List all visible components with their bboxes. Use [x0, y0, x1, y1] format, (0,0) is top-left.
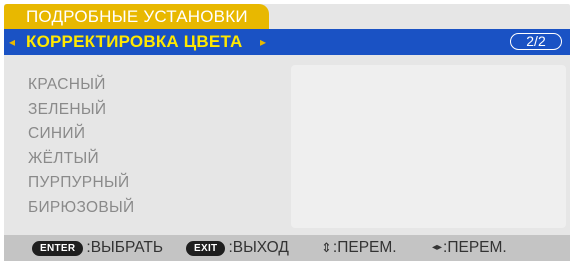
- updown-arrow-icon: ⇕: [321, 240, 332, 255]
- enter-action-label: :ВЫБРАТЬ: [86, 239, 164, 256]
- help-enter: ENTER :ВЫБРАТЬ: [32, 235, 163, 261]
- osd-menu: ПОДРОБНЫЕ УСТАНОВКИ ◂ КОРРЕКТИРОВКА ЦВЕТ…: [0, 0, 574, 265]
- color-items-list: КРАСНЫЙ ЗЕЛЕНЫЙ СИНИЙ ЖЁЛТЫЙ ПУРПУРНЫЙ Б…: [28, 73, 134, 220]
- submenu-bar: ◂ КОРРЕКТИРОВКА ЦВЕТА ▸ 2/2: [4, 29, 570, 55]
- help-updown: ⇕ :ПЕРЕМ.: [321, 235, 397, 261]
- leftright-arrow-icon: ◂▸: [432, 242, 443, 253]
- settings-panel: КРАСНЫЙ ЗЕЛЕНЫЙ СИНИЙ ЖЁЛТЫЙ ПУРПУРНЫЙ Б…: [4, 55, 570, 235]
- tab-detailed-settings[interactable]: ПОДРОБНЫЕ УСТАНОВКИ: [4, 4, 269, 29]
- enter-key-badge: ENTER: [32, 240, 84, 256]
- submenu-title[interactable]: КОРРЕКТИРОВКА ЦВЕТА: [26, 29, 242, 55]
- help-bar: ENTER :ВЫБРАТЬ EXIT :ВЫХОД ⇕ :ПЕРЕМ. ◂▸ …: [4, 235, 570, 261]
- leftright-action-label: :ПЕРЕМ.: [443, 239, 507, 256]
- exit-key-badge: EXIT: [186, 240, 226, 256]
- page-indicator: 2/2: [510, 33, 562, 50]
- menu-item-blue[interactable]: СИНИЙ: [28, 122, 134, 147]
- exit-action-label: :ВЫХОД: [228, 239, 289, 256]
- menu-item-yellow[interactable]: ЖЁЛТЫЙ: [28, 147, 134, 172]
- updown-action-label: :ПЕРЕМ.: [332, 239, 397, 256]
- menu-item-green[interactable]: ЗЕЛЕНЫЙ: [28, 98, 134, 123]
- arrow-left-icon[interactable]: ◂: [9, 29, 15, 55]
- value-panel: [291, 65, 566, 228]
- help-leftright: ◂▸ :ПЕРЕМ.: [432, 235, 507, 261]
- help-exit: EXIT :ВЫХОД: [186, 235, 289, 261]
- menu-item-cyan[interactable]: БИРЮЗОВЫЙ: [28, 196, 134, 221]
- arrow-right-icon[interactable]: ▸: [260, 29, 266, 55]
- menu-item-magenta[interactable]: ПУРПУРНЫЙ: [28, 171, 134, 196]
- menu-item-red[interactable]: КРАСНЫЙ: [28, 73, 134, 98]
